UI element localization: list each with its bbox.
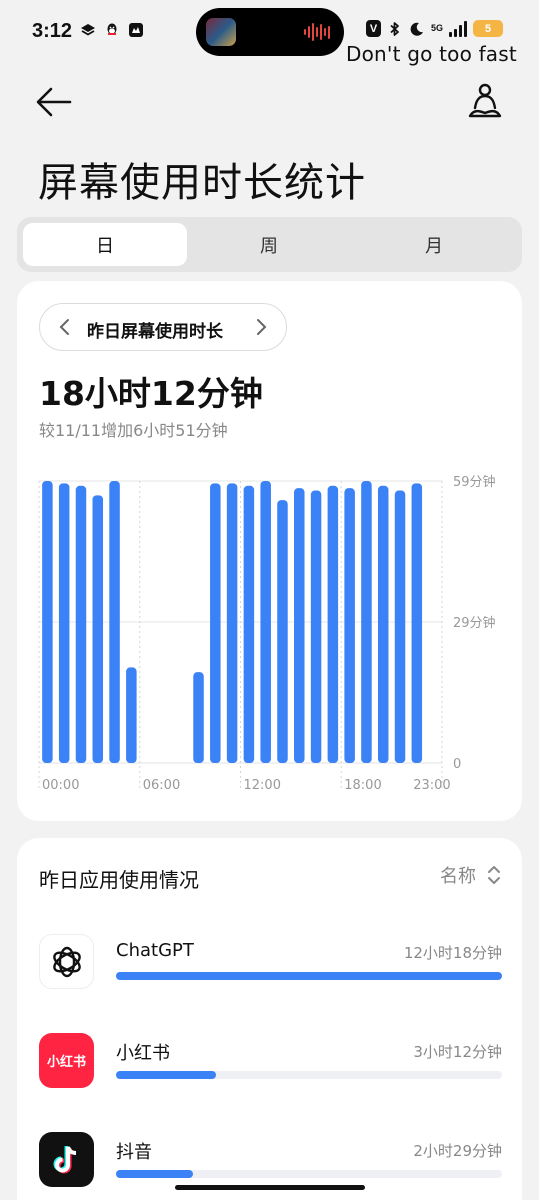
moon-icon xyxy=(410,22,423,36)
period-label: 昨日屏幕使用时长 xyxy=(87,322,223,342)
tab-day[interactable]: 日 xyxy=(23,223,187,266)
chatgpt-icon xyxy=(39,934,94,989)
usage-bar-fill xyxy=(116,1170,194,1178)
audio-wave-icon xyxy=(304,23,330,41)
network-type: 5G xyxy=(431,23,444,33)
back-arrow-icon[interactable] xyxy=(34,84,74,120)
usage-bar-track xyxy=(116,1170,502,1178)
usage-comparison: 较11/11增加6小时51分钟 xyxy=(39,421,228,440)
hour-bar[interactable] xyxy=(109,481,120,763)
page-title: 屏幕使用时长统计 xyxy=(38,160,366,206)
usage-bar-track xyxy=(116,1071,502,1079)
hour-bar[interactable] xyxy=(226,483,238,763)
overlay-text: Don't go too fast xyxy=(346,42,517,66)
usage-bar-fill xyxy=(116,972,502,980)
app-row-chatgpt[interactable]: ChatGPT 12小时18分钟 xyxy=(39,934,502,994)
usage-bar-fill xyxy=(116,1071,217,1079)
vpn-icon: V xyxy=(366,20,381,37)
chevron-right-icon[interactable] xyxy=(250,315,272,339)
total-usage: 18小时12分钟 xyxy=(39,374,263,413)
signal-icon xyxy=(449,20,468,37)
douyin-icon xyxy=(39,1132,94,1187)
sort-label: 名称 xyxy=(440,866,476,887)
home-indicator[interactable] xyxy=(175,1185,365,1190)
y-tick-label: 29分钟 xyxy=(453,615,496,631)
hour-bar[interactable] xyxy=(377,485,389,763)
hour-bar[interactable] xyxy=(75,485,87,763)
status-time: 3:12 xyxy=(32,20,73,42)
hour-bar[interactable] xyxy=(277,500,288,763)
media-thumbnail xyxy=(206,18,236,46)
period-selector: 昨日屏幕使用时长 xyxy=(39,303,287,351)
sort-button[interactable]: 名称 xyxy=(440,862,502,888)
app-usage-title: 昨日应用使用情况 xyxy=(39,868,199,892)
app-notification-icon xyxy=(129,23,143,37)
dynamic-island[interactable] xyxy=(196,8,344,56)
hour-bar[interactable] xyxy=(344,488,355,763)
app-row-douyin[interactable]: 抖音 2小时29分钟 xyxy=(39,1132,502,1192)
hour-bar[interactable] xyxy=(260,481,271,763)
battery-icon: 5 xyxy=(473,20,504,37)
y-tick-label: 0 xyxy=(453,757,461,772)
hour-bar[interactable] xyxy=(361,481,372,763)
hour-bar[interactable] xyxy=(310,490,322,763)
tab-week[interactable]: 周 xyxy=(187,223,351,266)
period-tabs: 日 周 月 xyxy=(17,217,522,272)
sort-icon xyxy=(488,866,500,884)
hour-bar[interactable] xyxy=(92,495,104,763)
app-duration: 2小时29分钟 xyxy=(413,1142,502,1160)
hour-bar[interactable] xyxy=(243,485,255,763)
hour-bar[interactable] xyxy=(394,490,406,763)
app-row-xiaohongshu[interactable]: 小红书 小红书 3小时12分钟 xyxy=(39,1033,502,1093)
x-tick-label: 18:00 xyxy=(344,778,381,791)
tab-month[interactable]: 月 xyxy=(352,223,516,266)
status-icons-right: V 5G 5 xyxy=(366,20,504,37)
x-tick-label: 23:00 xyxy=(413,778,450,791)
app-duration: 12小时18分钟 xyxy=(403,944,502,962)
meditation-icon[interactable] xyxy=(466,82,504,122)
y-tick-label: 59分钟 xyxy=(453,474,496,490)
usage-bar-track xyxy=(116,972,502,980)
hour-bar[interactable] xyxy=(294,488,305,763)
app-name: 小红书 xyxy=(116,1043,170,1064)
chevron-left-icon[interactable] xyxy=(54,315,76,339)
usage-summary-card: 昨日屏幕使用时长 18小时12分钟 较11/11增加6小时51分钟 00:00 0… xyxy=(17,281,522,821)
x-tick-label: 12:00 xyxy=(244,778,281,791)
x-tick-label: 06:00 xyxy=(143,778,180,791)
x-tick-label: 00:00 xyxy=(42,778,79,791)
bluetooth-icon xyxy=(390,21,399,36)
xiaohongshu-icon: 小红书 xyxy=(39,1033,94,1088)
app-name: 抖音 xyxy=(116,1142,152,1163)
layers-icon xyxy=(81,24,95,36)
status-bar: 3:12 V 5G 5 Don't go too fast xyxy=(0,0,539,70)
hour-bar[interactable] xyxy=(126,667,137,763)
hour-bar[interactable] xyxy=(327,485,339,763)
qq-icon xyxy=(107,23,117,35)
app-duration: 3小时12分钟 xyxy=(413,1043,502,1061)
app-usage-card: 昨日应用使用情况 名称 ChatGPT 12小时18分钟 小红书 小红书 3小时… xyxy=(17,838,522,1200)
hour-bar[interactable] xyxy=(210,483,221,763)
hourly-usage-chart: 00:00 06:00 12:00 18:00 23:00 59分钟 29分钟 0 xyxy=(38,474,496,791)
app-name: ChatGPT xyxy=(116,940,194,961)
status-icons-left xyxy=(80,22,144,38)
hour-bar[interactable] xyxy=(42,481,53,763)
hour-bar[interactable] xyxy=(58,483,70,763)
hour-bar[interactable] xyxy=(411,483,423,763)
hour-bar[interactable] xyxy=(193,672,204,763)
